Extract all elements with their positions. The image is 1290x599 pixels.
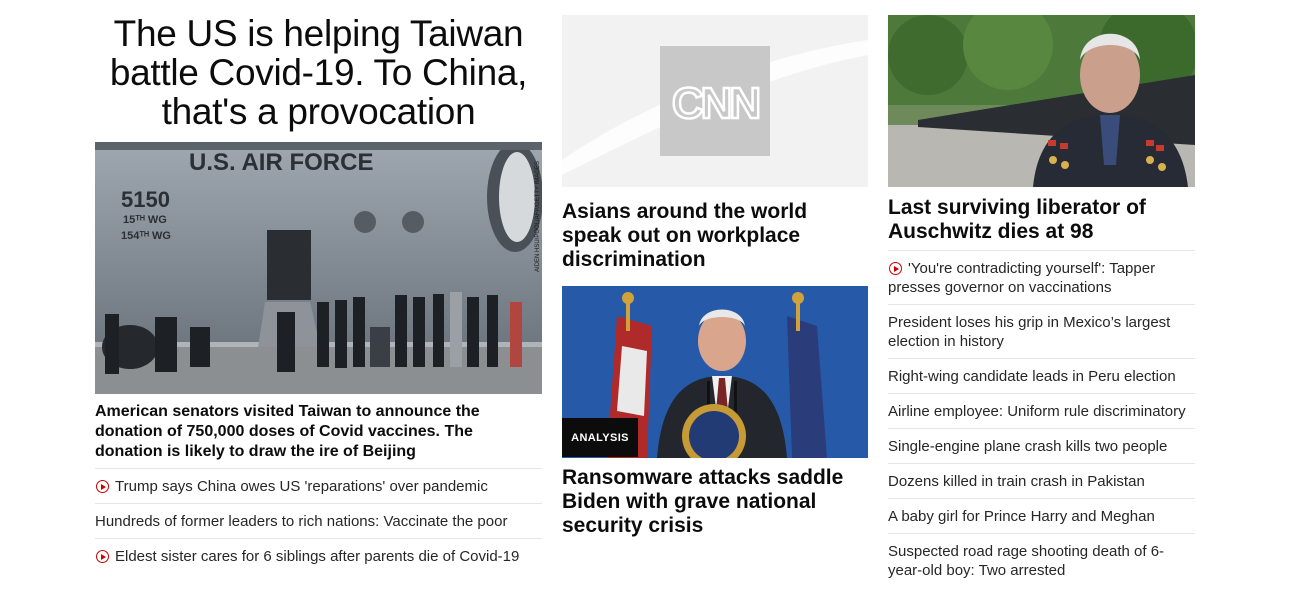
list-link[interactable]: Right-wing candidate leads in Peru elect… <box>888 359 1195 393</box>
list-link[interactable]: Trump says China owes US 'reparations' o… <box>95 469 542 503</box>
list-item: Dozens killed in train crash in Pakistan <box>888 463 1195 498</box>
list-item-title: A baby girl for Prince Harry and Meghan <box>888 508 1155 525</box>
list-link[interactable]: Dozens killed in train crash in Pakistan <box>888 464 1195 498</box>
list-item: Single-engine plane crash kills two peop… <box>888 428 1195 463</box>
wing-line2: 154ᵀᴴ WG <box>121 230 171 242</box>
cnn-logo-icon: CNN <box>672 79 759 128</box>
list-link[interactable]: A baby girl for Prince Harry and Meghan <box>888 499 1195 533</box>
list-item: A baby girl for Prince Harry and Meghan <box>888 498 1195 533</box>
analysis-badge: ANALYSIS <box>562 418 638 457</box>
list-link[interactable]: 'You're contradicting yourself': Tapper … <box>888 251 1195 304</box>
list-link[interactable]: Suspected road rage shooting death of 6-… <box>888 534 1195 587</box>
list-link[interactable]: Hundreds of former leaders to rich natio… <box>95 504 542 538</box>
list-item: President loses his grip in Mexico’s lar… <box>888 304 1195 358</box>
list-item: Right-wing candidate leads in Peru elect… <box>888 358 1195 393</box>
tail-number: 5150 <box>121 187 170 212</box>
list-item-title: Trump says China owes US 'reparations' o… <box>115 478 488 495</box>
lead-related-list: Trump says China owes US 'reparations' o… <box>95 468 542 573</box>
lead-description[interactable]: American senators visited Taiwan to anno… <box>95 402 515 462</box>
list-link[interactable]: Single-engine plane crash kills two peop… <box>888 429 1195 463</box>
list-item-title: Dozens killed in train crash in Pakistan <box>888 473 1145 490</box>
photo-credit: AIDEN HSU/POOL/AFP/GETTY IMAGES <box>535 161 541 272</box>
list-item: Suspected road rage shooting death of 6-… <box>888 533 1195 587</box>
list-item-title: Hundreds of former leaders to rich natio… <box>95 513 508 530</box>
list-item-title: Right-wing candidate leads in Peru elect… <box>888 368 1176 385</box>
list-item-title: Airline employee: Uniform rule discrimin… <box>888 403 1186 420</box>
lead-headline[interactable]: The US is helping Taiwan battle Covid-19… <box>95 14 542 131</box>
list-item-title: Eldest sister cares for 6 siblings after… <box>115 548 520 565</box>
list-item: 'You're contradicting yourself': Tapper … <box>888 250 1195 304</box>
list-link[interactable]: Airline employee: Uniform rule discrimin… <box>888 394 1195 428</box>
list-link[interactable]: President loses his grip in Mexico’s lar… <box>888 305 1195 358</box>
list-item: Hundreds of former leaders to rich natio… <box>95 503 542 538</box>
list-item: Eldest sister cares for 6 siblings after… <box>95 538 542 573</box>
plane-text: U.S. AIR FORCE <box>189 149 373 176</box>
biden-image[interactable]: ANALYSIS <box>562 286 868 458</box>
list-item: Airline employee: Uniform rule discrimin… <box>888 393 1195 428</box>
wing-line1: 15ᵀᴴ WG <box>123 214 167 226</box>
list-item-title: Single-engine plane crash kills two peop… <box>888 438 1168 455</box>
play-icon <box>889 262 902 275</box>
story-headline[interactable]: Last surviving liberator of Auschwitz di… <box>888 196 1195 244</box>
right-related-list: 'You're contradicting yourself': Tapper … <box>888 250 1195 587</box>
list-item-title: 'You're contradicting yourself': Tapper … <box>888 260 1156 296</box>
story-headline[interactable]: Asians around the world speak out on wor… <box>562 200 868 272</box>
auschwitz-image[interactable] <box>888 15 1195 187</box>
play-icon <box>96 480 109 493</box>
list-item: Trump says China owes US 'reparations' o… <box>95 468 542 503</box>
list-link[interactable]: Eldest sister cares for 6 siblings after… <box>95 539 542 573</box>
list-item-title: President loses his grip in Mexico’s lar… <box>888 314 1171 350</box>
story-headline[interactable]: Ransomware attacks saddle Biden with gra… <box>562 466 868 538</box>
list-item-title: Suspected road rage shooting death of 6-… <box>888 543 1165 579</box>
cnn-placeholder-image[interactable]: CNN <box>562 15 868 187</box>
lead-image[interactable]: U.S. AIR FORCE 5150 15ᵀᴴ WG 154ᵀᴴ WG AID… <box>95 142 542 394</box>
play-icon <box>96 550 109 563</box>
